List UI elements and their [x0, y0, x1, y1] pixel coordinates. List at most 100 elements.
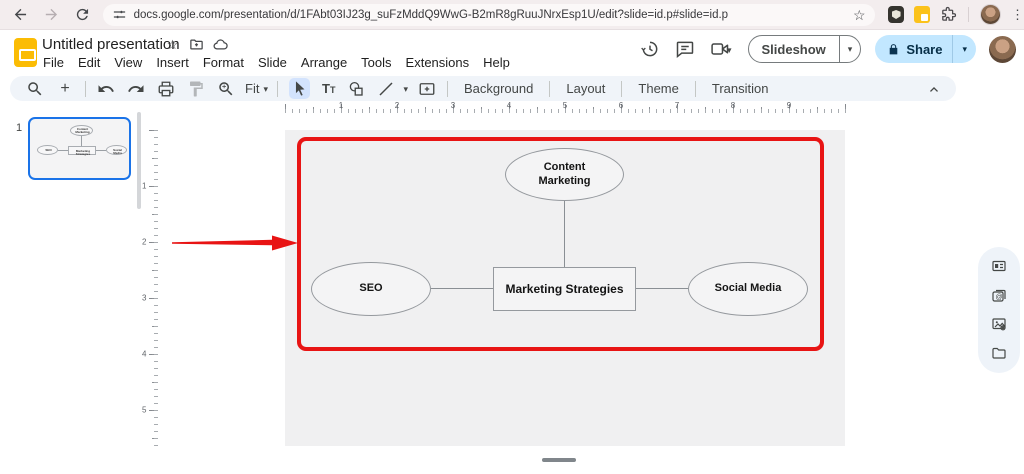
h-ruler-number: 2 — [395, 101, 399, 110]
share-caret-icon[interactable]: ▾ — [953, 44, 976, 55]
transition-button[interactable]: Transition — [701, 81, 780, 96]
h-ruler-number: 7 — [675, 101, 679, 110]
search-menus-icon[interactable] — [26, 80, 44, 98]
toolbar-divider — [695, 81, 696, 97]
folder-panel-icon[interactable] — [991, 345, 1007, 361]
slide-thumbnail[interactable]: Content Marketing Marketing Strategies S… — [28, 117, 131, 180]
diagram-connector-left[interactable] — [431, 288, 493, 289]
thumb-connector — [81, 136, 82, 146]
meet-caret-icon[interactable]: ▾ — [727, 45, 732, 56]
menu-extensions[interactable]: Extensions — [399, 53, 477, 72]
cloud-status-icon[interactable] — [213, 37, 228, 52]
extensions-puzzle-icon[interactable] — [940, 6, 957, 23]
thumb-left-ellipse: SEO — [37, 145, 58, 155]
layout-button[interactable]: Layout — [555, 81, 616, 96]
background-button[interactable]: Background — [453, 81, 544, 96]
diagram-connector-right[interactable] — [636, 288, 688, 289]
article-panel-icon[interactable] — [991, 258, 1007, 274]
thumb-connector — [96, 150, 106, 151]
menu-slide[interactable]: Slide — [251, 53, 294, 72]
account-avatar[interactable] — [989, 36, 1016, 63]
select-tool-icon[interactable] — [289, 78, 310, 99]
browser-back-icon[interactable] — [12, 6, 29, 23]
browser-reload-icon[interactable] — [74, 6, 91, 23]
menu-edit[interactable]: Edit — [71, 53, 107, 72]
toolbar-divider — [277, 81, 278, 97]
thumb-top-ellipse: Content Marketing — [70, 125, 93, 136]
menu-file[interactable]: File — [36, 53, 71, 72]
diagram-node-seo[interactable]: SEO — [311, 262, 431, 316]
theme-button[interactable]: Theme — [627, 81, 689, 96]
h-ruler-number: 8 — [731, 101, 735, 110]
horizontal-ruler: 1 2 3 4 5 6 7 8 9 — [285, 104, 846, 113]
filmstrip-scrollbar[interactable] — [137, 112, 141, 209]
new-slide-plus-icon[interactable]: + — [56, 80, 74, 98]
toolbar-divider — [549, 81, 550, 97]
version-history-icon[interactable] — [640, 39, 660, 59]
browser-toolbar: docs.google.com/presentation/d/1FAbt03IJ… — [0, 0, 1024, 30]
thumb-connector — [58, 150, 68, 151]
slides-logo-icon[interactable] — [14, 38, 37, 67]
browser-forward-icon[interactable] — [43, 6, 60, 23]
print-icon[interactable] — [157, 80, 175, 98]
lock-icon — [887, 43, 900, 56]
bookmark-star-icon[interactable]: ☆ — [853, 8, 866, 22]
move-folder-icon[interactable] — [189, 37, 204, 52]
redo-icon[interactable] — [127, 80, 145, 98]
zoom-caret-icon[interactable]: ▾ — [263, 84, 268, 95]
slide-canvas[interactable]: Content Marketing Marketing Strategies S… — [285, 130, 845, 446]
menu-view[interactable]: View — [107, 53, 149, 72]
share-button[interactable]: Share ▾ — [875, 35, 976, 63]
browser-profile-avatar[interactable] — [980, 4, 1001, 25]
collapse-toolbar-icon[interactable] — [926, 81, 942, 97]
star-document-icon[interactable]: ☆ — [165, 37, 180, 52]
red-annotation-arrow — [172, 234, 298, 252]
diagram-node-marketing-strategies[interactable]: Marketing Strategies — [493, 267, 636, 311]
slideshow-button[interactable]: Slideshow ▾ — [748, 35, 862, 63]
url-text[interactable]: docs.google.com/presentation/d/1FAbt03IJ… — [134, 9, 847, 21]
diagram-node-content-marketing[interactable]: Content Marketing — [505, 148, 624, 201]
zoom-level-value[interactable]: Fit — [245, 81, 259, 96]
h-ruler-number: 4 — [507, 101, 511, 110]
speaker-notes-drag-handle[interactable] — [542, 458, 576, 462]
site-info-icon[interactable] — [112, 7, 127, 22]
address-bar[interactable]: docs.google.com/presentation/d/1FAbt03IJ… — [103, 4, 875, 26]
side-panel: @ — [978, 247, 1020, 373]
menu-arrange[interactable]: Arrange — [294, 53, 354, 72]
menu-tools[interactable]: Tools — [354, 53, 398, 72]
line-tool-icon[interactable] — [377, 80, 395, 98]
image-panel-icon[interactable] — [991, 316, 1007, 332]
extension-icon-dark[interactable] — [888, 6, 905, 23]
v-ruler-number: 1 — [142, 182, 146, 191]
slide-number: 1 — [16, 122, 22, 134]
menubar: File Edit View Insert Format Slide Arran… — [36, 53, 517, 72]
shape-tool-icon[interactable] — [347, 80, 365, 98]
undo-icon[interactable] — [97, 80, 115, 98]
google-slides-window: docs.google.com/presentation/d/1FAbt03IJ… — [0, 0, 1024, 474]
h-ruler-number: 9 — [787, 101, 791, 110]
extension-icon-yellow[interactable] — [914, 6, 930, 23]
line-tool-caret-icon[interactable]: ▾ — [403, 84, 408, 95]
main-toolbar: + Fit ▾ TT ▾ — [10, 76, 956, 101]
diagram-node-social-media[interactable]: Social Media — [688, 262, 808, 316]
document-title[interactable]: Untitled presentation — [42, 36, 180, 53]
insert-text-placeholder-icon[interactable] — [418, 80, 436, 98]
slideshow-caret-icon[interactable]: ▾ — [840, 44, 861, 55]
text-box-tool-icon[interactable]: TT — [322, 81, 335, 96]
zoom-icon[interactable] — [217, 80, 235, 98]
h-ruler-number: 5 — [563, 101, 567, 110]
menu-insert[interactable]: Insert — [149, 53, 196, 72]
svg-text:@: @ — [996, 294, 1003, 301]
diagram-connector-vertical[interactable] — [564, 201, 565, 267]
v-ruler-number: 4 — [142, 350, 146, 359]
h-ruler-number: 3 — [451, 101, 455, 110]
v-ruler-number: 3 — [142, 294, 146, 303]
thumb-right-ellipse: Social Media — [106, 145, 127, 155]
menu-help[interactable]: Help — [476, 53, 517, 72]
mentions-panel-icon[interactable]: @ — [991, 287, 1007, 303]
browser-menu-icon[interactable]: ⋮ — [1011, 7, 1024, 23]
comments-icon[interactable] — [675, 39, 695, 59]
menu-format[interactable]: Format — [196, 53, 251, 72]
paint-format-icon[interactable] — [187, 80, 205, 98]
toolbar-divider — [447, 81, 448, 97]
